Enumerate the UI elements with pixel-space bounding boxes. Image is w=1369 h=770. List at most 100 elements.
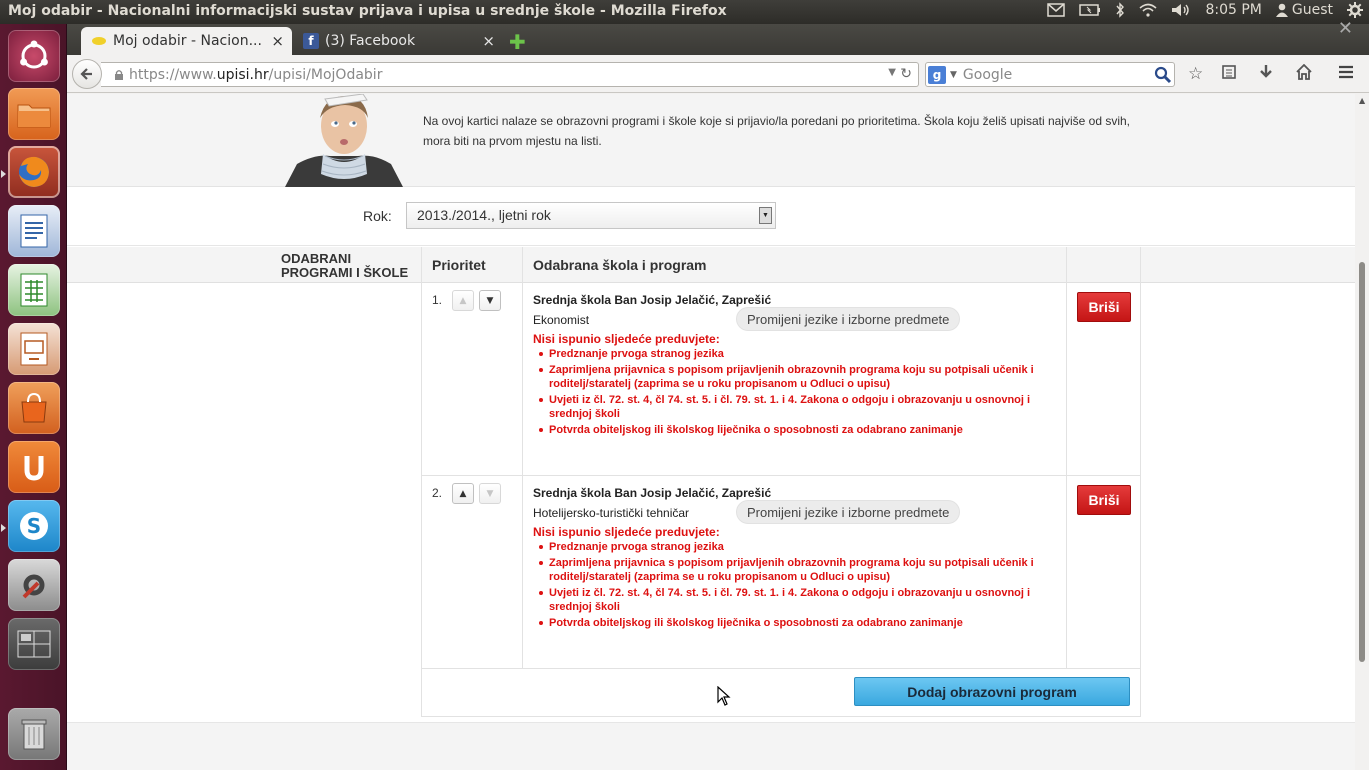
bookmarks-menu-icon[interactable] (1221, 64, 1237, 85)
intro-text: Na ovoj kartici nalaze se obrazovni prog… (423, 114, 1131, 148)
back-button[interactable] (72, 59, 102, 89)
bluetooth-icon[interactable] (1115, 2, 1125, 18)
requirements-list: Predznanje prvoga stranog jezika Zapriml… (533, 540, 1053, 632)
bookmark-star-icon[interactable]: ☆ (1188, 64, 1203, 84)
priority-number: 1. (432, 293, 443, 307)
add-program-row: Dodaj obrazovni program (422, 669, 1141, 717)
page-viewport: Na ovoj kartici nalaze se obrazovni prog… (67, 94, 1355, 770)
home-icon[interactable] (1296, 63, 1312, 85)
program-row: 2. ▲ ▼ Srednja škola Ban Josip Jelačić, … (422, 476, 1141, 669)
firefox-icon[interactable] (8, 146, 60, 198)
engine-dropdown-icon[interactable]: ▼ (950, 70, 957, 80)
program-row: 1. ▲ ▼ Srednja škola Ban Josip Jelačić, … (422, 283, 1141, 476)
column-header-school: Odabrana škola i program (533, 257, 707, 273)
rok-select[interactable]: 2013./2014., ljetni rok ▼ (406, 202, 776, 229)
dropdown-arrow-icon[interactable]: ▼ (759, 207, 772, 224)
menu-icon[interactable] (1338, 64, 1354, 84)
page-scrollbar[interactable]: ▲ (1355, 94, 1369, 770)
intro-section: Na ovoj kartici nalaze se obrazovni prog… (67, 94, 1355, 187)
delete-button[interactable]: Briši (1077, 292, 1131, 322)
requirement-item: Zaprimljena prijavnica s popisom prijavl… (533, 556, 1053, 584)
change-languages-button[interactable]: Promijeni jezike i izborne predmete (736, 307, 961, 331)
move-down-button[interactable]: ▼ (479, 290, 501, 311)
search-bar[interactable]: g ▼ Google (925, 62, 1175, 87)
battery-icon[interactable] (1079, 4, 1101, 16)
reload-icon[interactable]: ↻ (900, 66, 912, 82)
workspace-switcher-icon[interactable] (8, 618, 60, 670)
move-down-button[interactable]: ▼ (479, 483, 501, 504)
requirements-title: Nisi ispunio sljedeće preduvjete: (533, 332, 720, 346)
google-icon[interactable]: g (928, 65, 946, 84)
page-footer-band (67, 722, 1355, 770)
user-name: Guest (1291, 2, 1333, 18)
search-icon[interactable] (1154, 66, 1172, 88)
rok-label: Rok: (363, 208, 392, 224)
user-menu[interactable]: Guest (1275, 2, 1333, 18)
requirements-list: Predznanje prvoga stranog jezika Zapriml… (533, 347, 1053, 439)
mail-icon[interactable] (1047, 3, 1066, 17)
skype-icon[interactable]: S (8, 500, 60, 552)
gear-icon[interactable] (1347, 2, 1363, 18)
window-close-icon[interactable]: ✕ (1338, 18, 1353, 39)
wifi-icon[interactable] (1139, 3, 1157, 17)
school-name: Srednja škola Ban Josip Jelačić, Zapreši… (533, 486, 772, 500)
change-languages-button[interactable]: Promijeni jezike i izborne predmete (736, 500, 961, 524)
running-indicator (1, 524, 6, 532)
tab-facebook[interactable]: f (3) Facebook × (293, 27, 503, 55)
svg-text:S: S (27, 514, 41, 538)
navigation-toolbar: https://www. upisi.hr/upisi/MojOdabir ▼ ↻… (67, 55, 1369, 93)
clock[interactable]: 8:05 PM (1205, 2, 1261, 18)
new-tab-button[interactable]: ✚ (509, 30, 526, 54)
ubuntu-one-icon[interactable] (8, 441, 60, 493)
side-section-title: ODABRANI PROGRAMI I ŠKOLE (281, 251, 409, 280)
facebook-icon: f (303, 33, 319, 49)
ubuntu-dash-icon[interactable] (8, 30, 60, 82)
url-scheme: https://www. (129, 66, 217, 83)
school-name: Srednja škola Ban Josip Jelačić, Zapreši… (533, 293, 772, 307)
url-path: /upisi/MojOdabir (268, 66, 383, 83)
window-title: Moj odabir - Nacionalni informacijski su… (8, 3, 727, 19)
history-dropdown-icon[interactable]: ▼ (888, 67, 896, 78)
rok-row: Rok: 2013./2014., ljetni rok ▼ (67, 188, 1355, 246)
downloads-icon[interactable] (1259, 64, 1273, 85)
firefox-window: Moj odabir - Nacion... × f (3) Facebook … (67, 18, 1369, 770)
requirement-item: Zaprimljena prijavnica s popisom prijavl… (533, 363, 1053, 391)
column-header-priority: Prioritet (432, 257, 486, 273)
url-bar[interactable]: https://www. upisi.hr/upisi/MojOdabir ▼ ↻ (101, 62, 919, 87)
scroll-up-icon[interactable]: ▲ (1359, 96, 1365, 105)
close-icon[interactable]: × (271, 32, 284, 50)
loading-icon (91, 33, 107, 49)
tab-label: Moj odabir - Nacion... (113, 33, 262, 49)
delete-button[interactable]: Briši (1077, 485, 1131, 515)
files-icon[interactable] (8, 88, 60, 140)
calc-icon[interactable] (8, 264, 60, 316)
requirement-item: Uvjeti iz čl. 72. st. 4, čl 74. st. 5. i… (533, 586, 1053, 614)
back-arrow-icon (80, 68, 92, 80)
trash-icon[interactable] (8, 708, 60, 760)
system-settings-icon[interactable] (8, 559, 60, 611)
move-up-button[interactable]: ▲ (452, 483, 474, 504)
add-program-button[interactable]: Dodaj obrazovni program (854, 677, 1130, 706)
requirements-title: Nisi ispunio sljedeće preduvjete: (533, 525, 720, 539)
requirement-item: Predznanje prvoga stranog jezika (533, 540, 1053, 554)
lock-icon (115, 69, 123, 80)
tab-moj-odabir[interactable]: Moj odabir - Nacion... × (81, 27, 292, 55)
scrollbar-thumb[interactable] (1359, 262, 1365, 662)
move-up-button[interactable]: ▲ (452, 290, 474, 311)
mascot-image (285, 94, 403, 187)
close-icon[interactable]: × (482, 32, 495, 50)
url-host: upisi.hr (216, 66, 269, 83)
impress-icon[interactable] (8, 323, 60, 375)
writer-icon[interactable] (8, 205, 60, 257)
program-name: Hotelijersko-turistički tehničar (533, 506, 690, 520)
volume-icon[interactable] (1171, 3, 1191, 17)
requirement-item: Potvrda obiteljskog ili školskog liječni… (533, 616, 1053, 630)
unity-launcher: S (0, 24, 67, 770)
rok-selected-value: 2013./2014., ljetni rok (417, 207, 551, 223)
running-indicator (1, 170, 6, 178)
search-placeholder: Google (962, 66, 1013, 83)
software-center-icon[interactable] (8, 382, 60, 434)
table-header-row: ODABRANI PROGRAMI I ŠKOLE Prioritet Odab… (67, 247, 1355, 283)
program-name: Ekonomist (533, 313, 590, 327)
tab-label: (3) Facebook (325, 33, 416, 49)
